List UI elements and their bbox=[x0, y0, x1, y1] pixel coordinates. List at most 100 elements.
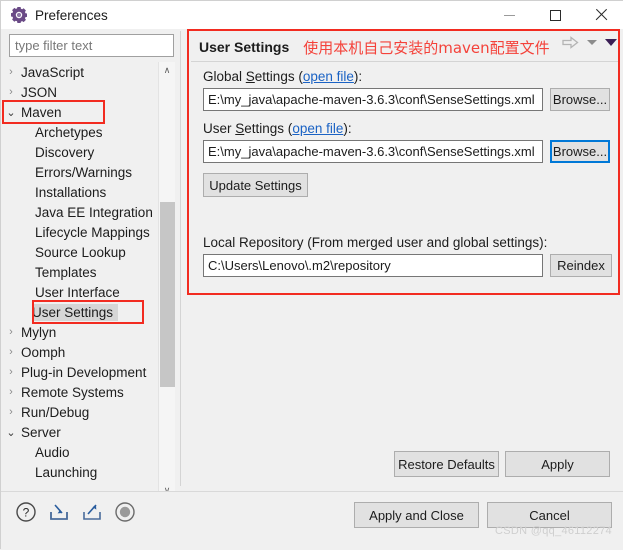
sidebar-item-archetypes[interactable]: Archetypes bbox=[3, 122, 158, 142]
sidebar-item-label: Remote Systems bbox=[21, 384, 124, 400]
sidebar-item-run-debug[interactable]: › Run/Debug bbox=[3, 402, 158, 422]
chevron-right-icon[interactable]: › bbox=[3, 346, 19, 358]
sidebar-item-label: Source Lookup bbox=[35, 244, 126, 260]
record-icon[interactable] bbox=[114, 501, 136, 526]
chevron-right-icon[interactable]: › bbox=[3, 406, 19, 418]
apply-button[interactable]: Apply bbox=[505, 451, 610, 477]
sidebar-item-plug-in-development[interactable]: › Plug-in Development bbox=[3, 362, 158, 382]
view-menu-icon[interactable] bbox=[605, 39, 617, 46]
chevron-down-icon[interactable]: ⌄ bbox=[3, 106, 19, 119]
tree-vertical-scrollbar[interactable]: ∧ ∨ bbox=[158, 62, 175, 499]
sidebar-item-label: Mylyn bbox=[21, 324, 57, 340]
sidebar-item-label: Oomph bbox=[21, 344, 66, 360]
global-label-rest: ettings ( bbox=[254, 69, 303, 84]
chevron-down-icon[interactable]: ⌄ bbox=[3, 426, 19, 439]
pane-divider[interactable] bbox=[180, 31, 181, 486]
sidebar-item-maven[interactable]: ⌄ Maven bbox=[3, 102, 158, 122]
title-bar: Preferences bbox=[1, 1, 623, 29]
svg-text:?: ? bbox=[23, 506, 30, 520]
sidebar-item-user-interface[interactable]: User Interface bbox=[3, 282, 158, 302]
sidebar-item-label: Launching bbox=[35, 464, 98, 480]
close-icon bbox=[594, 8, 608, 22]
sidebar-item-errors-warnings[interactable]: Errors/Warnings bbox=[3, 162, 158, 182]
sidebar-item-label: JSON bbox=[21, 84, 58, 100]
chevron-right-icon[interactable]: › bbox=[3, 326, 19, 338]
sidebar-item-label: User Settings bbox=[32, 303, 119, 321]
global-settings-row: E:\my_java\apache-maven-3.6.3\conf\Sense… bbox=[203, 88, 619, 111]
sidebar-item-user-settings[interactable]: User Settings bbox=[3, 302, 158, 322]
scroll-up-icon[interactable]: ∧ bbox=[159, 62, 175, 79]
global-open-file-link[interactable]: open file bbox=[303, 69, 354, 84]
sidebar-item-mylyn[interactable]: › Mylyn bbox=[3, 322, 158, 342]
sidebar-item-label: Server bbox=[21, 424, 61, 440]
user-settings-row: E:\my_java\apache-maven-3.6.3\conf\Sense… bbox=[203, 140, 619, 163]
forward-arrow-icon[interactable] bbox=[562, 36, 579, 49]
chevron-right-icon[interactable]: › bbox=[3, 66, 19, 78]
vertical-scroll-thumb[interactable] bbox=[160, 202, 175, 387]
local-repository-row: C:\Users\Lenovo\.m2\repository Reindex bbox=[203, 254, 619, 277]
sidebar-item-javascript[interactable]: › JavaScript bbox=[3, 62, 158, 82]
reindex-button[interactable]: Reindex bbox=[550, 254, 612, 277]
local-repository-input[interactable]: C:\Users\Lenovo\.m2\repository bbox=[203, 254, 543, 277]
user-label-suffix: ): bbox=[343, 121, 352, 136]
global-label-mnemonic: S bbox=[245, 69, 255, 84]
minimize-icon bbox=[503, 14, 515, 16]
sidebar-item-source-lookup[interactable]: Source Lookup bbox=[3, 242, 158, 262]
sidebar-item-label: Archetypes bbox=[35, 124, 103, 140]
chevron-down-icon[interactable] bbox=[587, 40, 597, 45]
local-repository-label: Local Repository (From merged user and g… bbox=[203, 235, 548, 250]
update-settings-button[interactable]: Update Settings bbox=[203, 173, 308, 197]
chevron-right-icon[interactable]: › bbox=[3, 366, 19, 378]
watermark: CSDN @qq_46112274 bbox=[495, 525, 612, 537]
sidebar-item-label: Audio bbox=[35, 444, 70, 460]
settings-form: Global Settings (open file): E:\my_java\… bbox=[191, 69, 619, 287]
user-settings-input[interactable]: E:\my_java\apache-maven-3.6.3\conf\Sense… bbox=[203, 140, 543, 163]
sidebar-item-java-ee-integration[interactable]: Java EE Integration bbox=[3, 202, 158, 222]
footer: ? Apply and Close Cancel bbox=[1, 492, 623, 550]
sidebar-item-label: Installations bbox=[35, 184, 107, 200]
restore-defaults-button[interactable]: Restore Defaults bbox=[394, 451, 499, 477]
sidebar-item-launching[interactable]: Launching bbox=[3, 462, 158, 482]
sidebar-item-installations[interactable]: Installations bbox=[3, 182, 158, 202]
window-title: Preferences bbox=[35, 7, 108, 23]
sidebar-item-label: User Interface bbox=[35, 284, 120, 300]
sidebar-item-oomph[interactable]: › Oomph bbox=[3, 342, 158, 362]
sidebar-item-label: Maven bbox=[21, 104, 62, 120]
maximize-button[interactable] bbox=[532, 1, 578, 29]
import-icon[interactable] bbox=[48, 501, 70, 526]
close-button[interactable] bbox=[578, 1, 623, 29]
sidebar-item-audio[interactable]: Audio bbox=[3, 442, 158, 462]
global-settings-input[interactable]: E:\my_java\apache-maven-3.6.3\conf\Sense… bbox=[203, 88, 543, 111]
sidebar: type filter text › JavaScript › JSON ⌄ Maven A… bbox=[1, 29, 183, 516]
sidebar-item-lifecycle-mappings[interactable]: Lifecycle Mappings bbox=[3, 222, 158, 242]
user-browse-button[interactable]: Browse... bbox=[550, 140, 610, 163]
sidebar-item-json[interactable]: › JSON bbox=[3, 82, 158, 102]
panel-toolbar bbox=[562, 36, 617, 49]
apply-and-close-button[interactable]: Apply and Close bbox=[354, 502, 479, 528]
sidebar-item-remote-systems[interactable]: › Remote Systems bbox=[3, 382, 158, 402]
chevron-right-icon[interactable]: › bbox=[3, 86, 19, 98]
filter-placeholder: type filter text bbox=[15, 38, 93, 53]
global-browse-button[interactable]: Browse... bbox=[550, 88, 610, 111]
user-open-file-link[interactable]: open file bbox=[292, 121, 343, 136]
sidebar-item-discovery[interactable]: Discovery bbox=[3, 142, 158, 162]
user-settings-label: User Settings (open file): bbox=[203, 121, 619, 136]
export-icon[interactable] bbox=[81, 501, 103, 526]
sidebar-item-label: Discovery bbox=[35, 144, 95, 160]
help-icon[interactable]: ? bbox=[15, 501, 37, 526]
preferences-window: Preferences type filter text › JavaScript… bbox=[0, 0, 623, 550]
user-label-rest: ettings ( bbox=[244, 121, 293, 136]
panel-header: User Settings 使用本机自己安装的maven配置文件 bbox=[191, 33, 619, 62]
sidebar-item-label: Errors/Warnings bbox=[35, 164, 133, 180]
sidebar-item-server[interactable]: ⌄ Server bbox=[3, 422, 158, 442]
filter-input[interactable]: type filter text bbox=[9, 34, 174, 57]
minimize-button[interactable] bbox=[486, 1, 532, 29]
global-settings-label: Global Settings (open file): bbox=[203, 69, 619, 84]
chevron-right-icon[interactable]: › bbox=[3, 386, 19, 398]
sidebar-item-templates[interactable]: Templates bbox=[3, 262, 158, 282]
panel-action-buttons: Restore Defaults Apply bbox=[394, 451, 610, 477]
preferences-tree[interactable]: › JavaScript › JSON ⌄ Maven Archetypes Discover… bbox=[3, 62, 158, 502]
window-controls bbox=[486, 1, 623, 29]
user-label-prefix: User bbox=[203, 121, 236, 136]
sidebar-item-label: Run/Debug bbox=[21, 404, 90, 420]
